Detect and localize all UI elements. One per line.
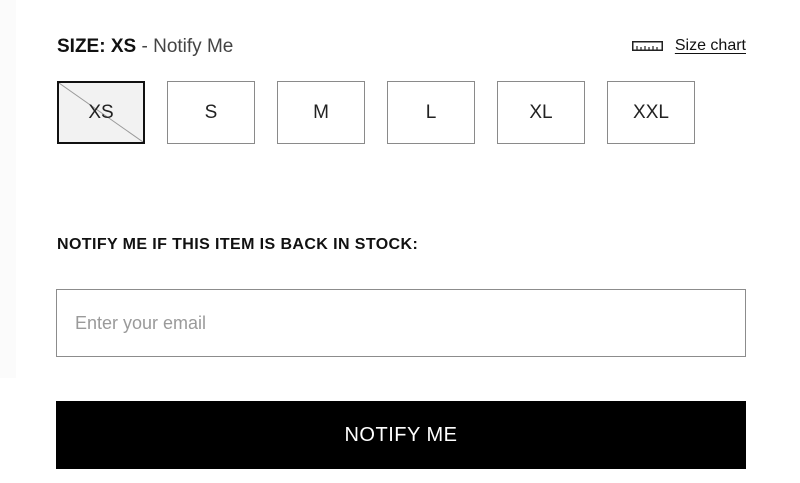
email-input[interactable] <box>56 289 746 357</box>
notify-heading: NOTIFY ME IF THIS ITEM IS BACK IN STOCK: <box>57 236 419 253</box>
size-chart-label[interactable]: Size chart <box>675 37 746 55</box>
size-option-label: XS <box>88 101 114 123</box>
size-option-xs[interactable]: XS <box>57 81 145 144</box>
size-option-xl[interactable]: XL <box>497 81 585 144</box>
size-option-label: M <box>313 101 329 123</box>
size-option-label: S <box>204 101 218 123</box>
size-status-separator: - <box>136 36 154 57</box>
size-option-m[interactable]: M <box>277 81 365 144</box>
ruler-icon <box>631 41 663 51</box>
size-options: XS S M L XL XXL <box>57 81 695 144</box>
size-option-label: XL <box>529 101 553 123</box>
size-option-s[interactable]: S <box>167 81 255 144</box>
size-header: SIZE: XS - Notify Me <box>57 35 233 59</box>
size-option-label: L <box>425 101 437 123</box>
size-option-label: XXL <box>633 101 669 123</box>
size-label: SIZE: <box>57 36 106 57</box>
size-status-text: Notify Me <box>153 36 234 57</box>
size-chart-link[interactable]: Size chart <box>631 37 746 55</box>
size-option-xxl[interactable]: XXL <box>607 81 695 144</box>
notify-me-button[interactable]: NOTIFY ME <box>56 401 746 469</box>
size-option-l[interactable]: L <box>387 81 475 144</box>
selected-size-value: XS <box>110 36 137 57</box>
page-edge-shade <box>0 0 16 378</box>
